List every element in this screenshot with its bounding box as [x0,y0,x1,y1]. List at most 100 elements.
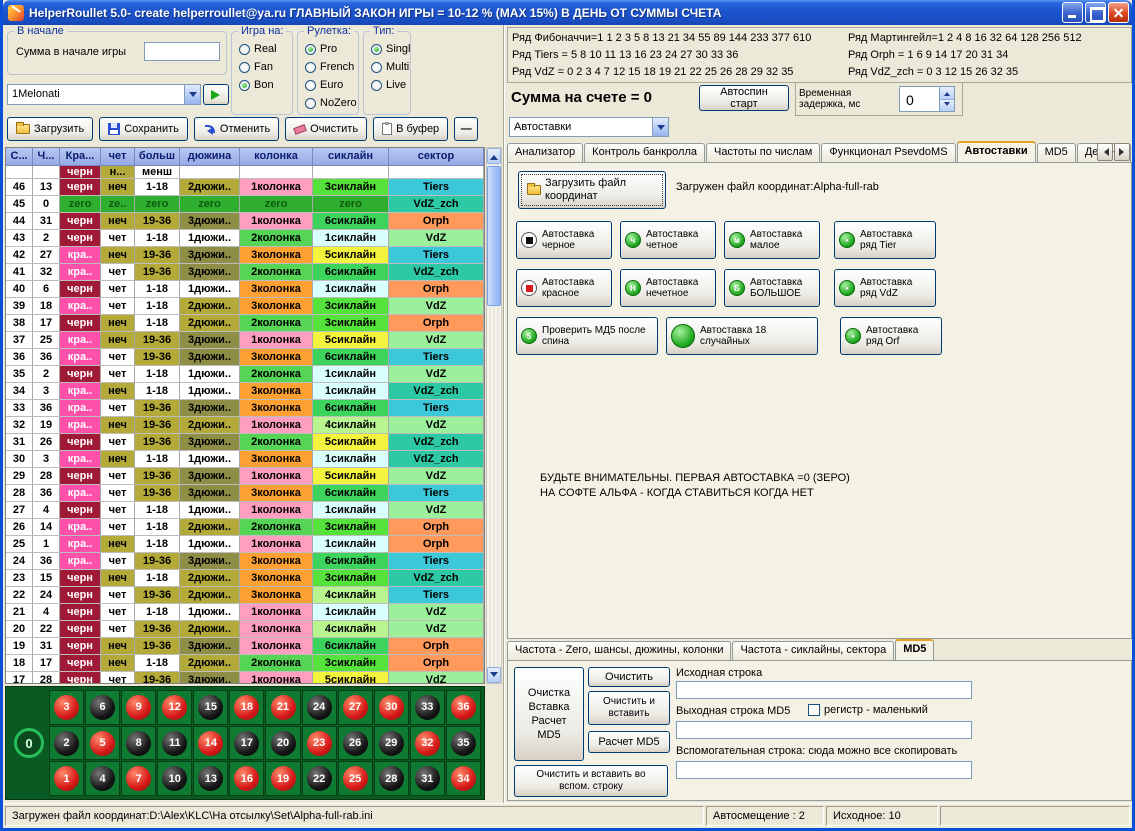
board-number-32[interactable]: 32 [410,726,445,761]
source-string-input[interactable] [676,681,972,699]
delay-spinner[interactable]: 0 [899,86,955,112]
board-zero-cell[interactable]: 0 [9,690,49,796]
main-tab[interactable]: Автоставки [957,141,1036,162]
helper-string-input[interactable] [676,761,972,779]
autobet-button[interactable]: Автоставка черное [516,221,612,259]
table-row[interactable]: 3636кра..чет19-363дюжи..3колонка6сиклайн… [6,349,484,366]
bottom-tab[interactable]: MD5 [895,639,934,660]
board-number-11[interactable]: 11 [157,726,192,761]
radio-option-fan[interactable]: Fan [232,58,292,76]
table-row[interactable]: 450zeroze..zerozerozerozeroVdZ_zch [6,196,484,213]
load-coordinates-button[interactable]: Загрузить файл координат [518,171,666,209]
clear-button[interactable]: Очистить [285,117,367,141]
board-number-14[interactable]: 14 [193,726,228,761]
close-button[interactable] [1108,2,1129,23]
radio-option-euro[interactable]: Euro [298,76,358,94]
board-number-21[interactable]: 21 [265,690,300,725]
board-number-31[interactable]: 31 [410,761,445,796]
tab-scroll-right-icon[interactable] [1114,143,1130,161]
table-row[interactable]: 251кра..неч1-181дюжи..1колонка1сиклайнOr… [6,536,484,553]
profile-select[interactable]: 1Melonati [7,84,201,105]
folder-open-button[interactable]: Загрузить [7,117,93,141]
collapse-button[interactable]: — [454,117,478,141]
board-number-19[interactable]: 19 [265,761,300,796]
table-row[interactable]: 432чернчет1-181дюжи..2колонка1сиклайнVdZ [6,230,484,247]
board-number-2[interactable]: 2 [49,726,84,761]
main-tab[interactable]: MD5 [1037,143,1076,162]
table-row[interactable]: 3336кра..чет19-363дюжи..3колонка6сиклайн… [6,400,484,417]
table-row[interactable]: 3219кра..неч19-362дюжи..1колонка4сиклайн… [6,417,484,434]
autobet-select[interactable]: Автоставки [509,117,669,137]
main-tab[interactable]: Анализатор [507,143,583,162]
undo-button[interactable]: Отменить [194,117,279,141]
board-number-36[interactable]: 36 [446,690,481,725]
tab-scroll-left-icon[interactable] [1097,143,1113,161]
table-row[interactable]: 3725кра..неч19-363дюжи..1колонка5сиклайн… [6,332,484,349]
board-number-17[interactable]: 17 [229,726,264,761]
checkbox-icon[interactable] [808,704,820,716]
scroll-down-icon[interactable] [487,667,501,683]
board-number-22[interactable]: 22 [302,761,337,796]
board-number-26[interactable]: 26 [338,726,373,761]
board-number-3[interactable]: 3 [49,690,84,725]
board-number-7[interactable]: 7 [121,761,156,796]
clipboard-button[interactable]: В буфер [373,117,448,141]
table-row[interactable]: 2315черннеч1-182дюжи..3колонка3сиклайнVd… [6,570,484,587]
board-number-34[interactable]: 34 [446,761,481,796]
board-number-13[interactable]: 13 [193,761,228,796]
table-row[interactable]: 3817черннеч1-182дюжи..2колонка3сиклайнOr… [6,315,484,332]
autospin-start-button[interactable]: Автоспин старт [699,85,789,111]
table-row[interactable]: 214чернчет1-181дюжи..1колонка1сиклайнVdZ [6,604,484,621]
autobet-button[interactable]: Автоставка красное [516,269,612,307]
scrollbar-thumb[interactable] [487,166,501,306]
board-number-20[interactable]: 20 [265,726,300,761]
table-row[interactable]: 4227кра..неч19-363дюжи..3колонка5сиклайн… [6,247,484,264]
chevron-down-icon[interactable] [184,85,200,104]
autobet-button[interactable]: •Автоставка ряд Orf [840,317,942,355]
board-number-5[interactable]: 5 [85,726,120,761]
table-row[interactable]: 2224чернчет19-362дюжи..3колонка4сиклайнT… [6,587,484,604]
table-row[interactable]: 2836кра..чет19-363дюжи..3колонка6сиклайн… [6,485,484,502]
md5-clear-paste-button[interactable]: Очистить и вставить [588,691,670,725]
table-row[interactable]: 2614кра..чет1-182дюжи..2колонка3сиклайнO… [6,519,484,536]
table-row[interactable]: 2436кра..чет19-363дюжи..3колонка6сиклайн… [6,553,484,570]
board-number-1[interactable]: 1 [49,761,84,796]
table-subheader-row[interactable]: чернн...менш [6,166,484,179]
table-row[interactable]: 352чернчет1-181дюжи..2колонка1сиклайнVdZ [6,366,484,383]
md5-calc-button[interactable]: Расчет MD5 [588,731,670,753]
table-row[interactable]: 2928чернчет19-363дюжи..1колонка5сиклайнV… [6,468,484,485]
radio-option-nozero[interactable]: NoZero [298,94,358,112]
board-number-29[interactable]: 29 [374,726,409,761]
table-row[interactable]: 1931черннеч19-363дюжи..1колонка6сиклайнO… [6,638,484,655]
maximize-button[interactable] [1085,2,1106,23]
radio-option-french[interactable]: French [298,58,358,76]
spins-table[interactable]: С...Ч...Кра...четбольшдюжинаколонкасикла… [5,147,485,684]
autobet-button[interactable]: мАвтоставка малое [724,221,820,259]
autobet-button[interactable]: 5Проверить МД5 после спина [516,317,658,355]
table-scrollbar[interactable] [486,147,502,684]
radio-option-real[interactable]: Real [232,40,292,58]
md5-clear-paste-helper-button[interactable]: Очистить и вставить во вспом. строку [514,765,668,797]
board-number-15[interactable]: 15 [193,690,228,725]
minimize-button[interactable] [1062,2,1083,23]
board-number-10[interactable]: 10 [157,761,192,796]
board-number-16[interactable]: 16 [229,761,264,796]
table-row[interactable]: 2022чернчет19-362дюжи..1колонка4сиклайнV… [6,621,484,638]
table-row[interactable]: 4613черннеч1-182дюжи..1колонка3сиклайнTi… [6,179,484,196]
board-number-12[interactable]: 12 [157,690,192,725]
table-row[interactable]: 274чернчет1-181дюжи..1колонка1сиклайнVdZ [6,502,484,519]
bottom-tab[interactable]: Частота - сиклайны, сектора [732,641,894,660]
radio-option-bon[interactable]: Bon [232,76,292,94]
table-row[interactable]: 1817черннеч1-182дюжи..2колонка3сиклайнOr… [6,655,484,672]
table-row[interactable]: 343кра..неч1-181дюжи..3колонка1сиклайнVd… [6,383,484,400]
radio-option-live[interactable]: Live [364,76,410,94]
radio-option-multi[interactable]: Multi [364,58,410,76]
board-number-6[interactable]: 6 [85,690,120,725]
play-button[interactable] [203,84,229,105]
table-row[interactable]: 3126чернчет19-363дюжи..2колонка5сиклайнV… [6,434,484,451]
table-row[interactable]: 406чернчет1-181дюжи..3колонка1сиклайнOrp… [6,281,484,298]
autobet-button[interactable]: НАвтоставка нечетное [620,269,716,307]
board-number-35[interactable]: 35 [446,726,481,761]
table-row[interactable]: 3918кра..чет1-182дюжи..3колонка3сиклайнV… [6,298,484,315]
board-number-24[interactable]: 24 [302,690,337,725]
